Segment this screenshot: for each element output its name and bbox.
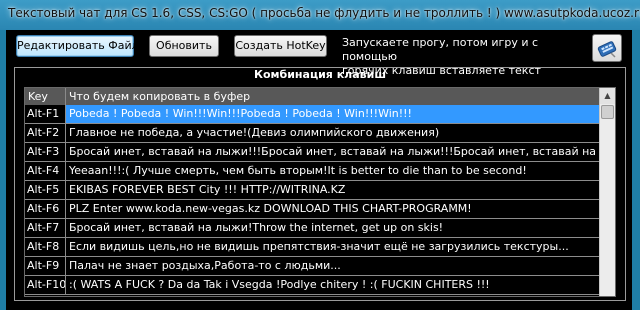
table-row[interactable]: Alt-F4 Yeeaan!!!:( Лучше смерть, чем быт…	[25, 162, 599, 181]
table-row[interactable]: Alt-F5 EKIBAS FOREVER BEST City !!! HTTP…	[25, 181, 599, 200]
column-header-key[interactable]: Key	[25, 88, 66, 105]
row-key: Alt-F8	[25, 238, 66, 256]
table-body: Alt-F1 Pobeda ! Pobeda ! Win!!!Win!!!Pob…	[25, 105, 599, 295]
row-key: Alt-F6	[25, 200, 66, 218]
row-text[interactable]: Палач не знает роздыха,Работа-то с людьм…	[66, 257, 599, 275]
edit-file-button[interactable]: Редактировать Файл	[16, 35, 139, 57]
scrollbar-thumb[interactable]	[601, 105, 614, 119]
table-row[interactable]: Alt-F7 Бросай инет, вставай на лыжи!Thro…	[25, 219, 599, 238]
row-key: Alt-F7	[25, 219, 66, 237]
table-row[interactable]: Alt-F1 Pobeda ! Pobeda ! Win!!!Win!!!Pob…	[25, 105, 599, 124]
row-text[interactable]: Главное не победа, а участие!(Девиз олим…	[66, 124, 599, 142]
table-header: Key Что будем копировать в буфер	[25, 88, 599, 105]
refresh-button[interactable]: Обновить	[149, 35, 219, 57]
hotkey-icon-button[interactable]	[592, 34, 622, 62]
row-key: Alt-F5	[25, 181, 66, 199]
row-key: Alt-F2	[25, 124, 66, 142]
row-key: Alt-F4	[25, 162, 66, 180]
title-bar[interactable]: Текстовый чат для CS 1.6, CSS, CS:GO ( п…	[0, 0, 640, 30]
column-header-text[interactable]: Что будем копировать в буфер	[66, 88, 599, 105]
row-text[interactable]: :( WATS A FUCK ? Da da Tak i Vsegda !Pod…	[66, 276, 599, 294]
table-row[interactable]: Alt-F9 Палач не знает роздыха,Работа-то …	[25, 257, 599, 276]
row-key: Alt-F10	[25, 276, 66, 294]
row-key: Alt-F3	[25, 143, 66, 161]
table-row[interactable]: Alt-F2 Главное не победа, а участие!(Дев…	[25, 124, 599, 143]
window-title: Текстовый чат для CS 1.6, CSS, CS:GO ( п…	[8, 6, 640, 20]
row-text[interactable]: Yeeaan!!!:( Лучше смерть, чем быть вторы…	[66, 162, 599, 180]
vertical-scrollbar[interactable]: ▲	[599, 88, 615, 296]
table-row[interactable]: Alt-F10 :( WATS A FUCK ? Da da Tak i Vse…	[25, 276, 599, 295]
row-text[interactable]: Если видишь цель,но не видишь препятстви…	[66, 238, 599, 256]
table-row[interactable]: Alt-F6 PLZ Enter www.koda.new-vegas.kz D…	[25, 200, 599, 219]
hotkey-table[interactable]: Key Что будем копировать в буфер Alt-F1 …	[24, 87, 616, 297]
keyboard-icon	[597, 41, 617, 58]
row-text[interactable]: Бросай инет, вставай на лыжи!Throw the i…	[66, 219, 599, 237]
table-row[interactable]: Alt-F3 Бросай инет, вставай на лыжи!!!Бр…	[25, 143, 599, 162]
scroll-up-arrow-icon[interactable]: ▲	[600, 88, 615, 104]
row-key: Alt-F1	[25, 105, 66, 123]
groupbox-title: Комбинация клавиш	[254, 68, 386, 81]
instructions-line-1: Запускаете прогу, потом игру и с помощью	[342, 36, 539, 63]
table-row[interactable]: Alt-F8 Если видишь цель,но не видишь пре…	[25, 238, 599, 257]
row-text[interactable]: EKIBAS FOREVER BEST City !!! HTTP://WITR…	[66, 181, 599, 199]
row-text[interactable]: Pobeda ! Pobeda ! Win!!!Win!!!Pobeda ! P…	[66, 105, 599, 123]
row-key: Alt-F9	[25, 257, 66, 275]
row-text[interactable]: PLZ Enter www.koda.new-vegas.kz DOWNLOAD…	[66, 200, 599, 218]
create-hotkey-button[interactable]: Создать HotKey	[234, 35, 327, 57]
row-text[interactable]: Бросай инет, вставай на лыжи!!!Бросай ин…	[66, 143, 599, 161]
